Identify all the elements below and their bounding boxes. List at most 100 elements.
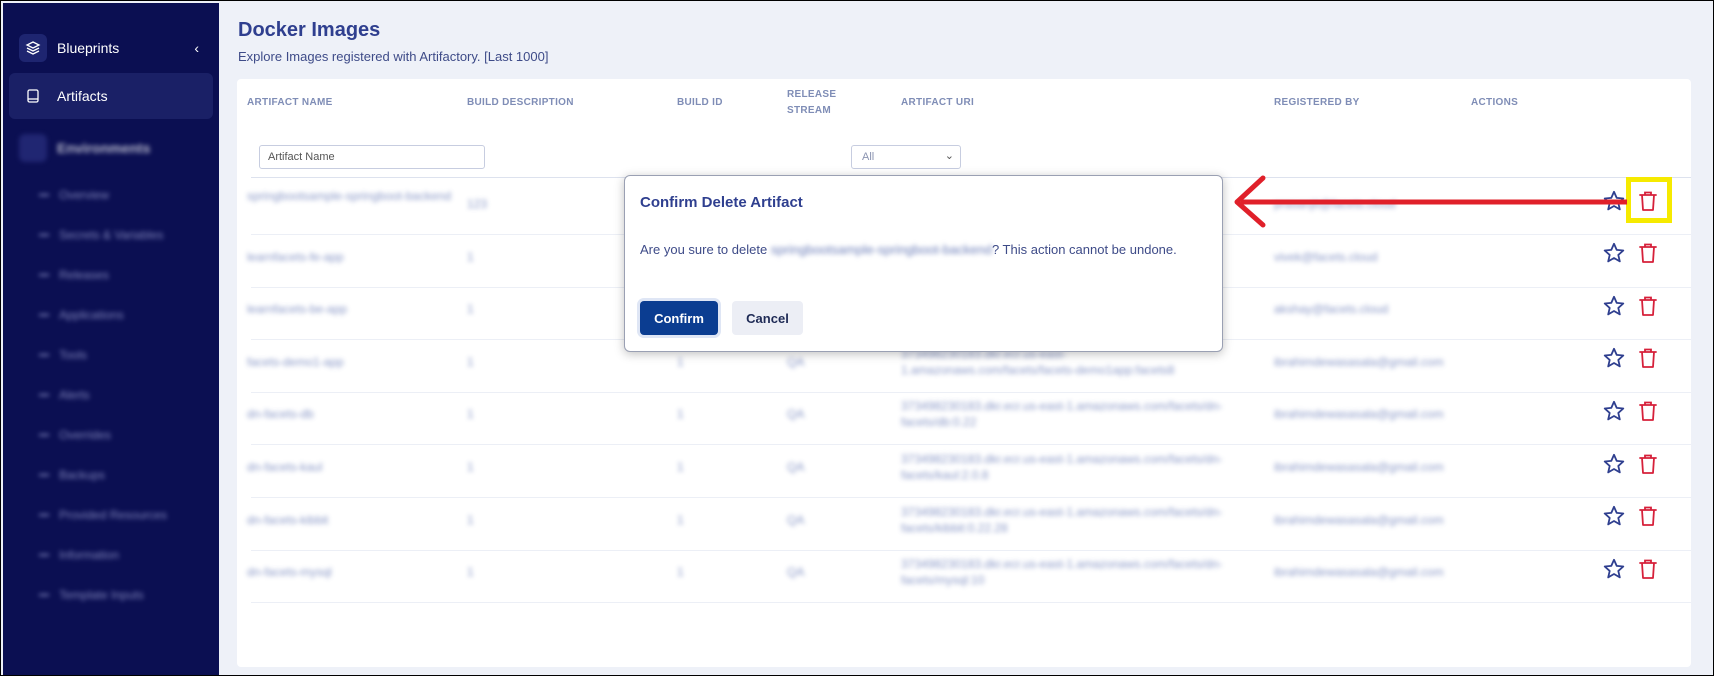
header-release-stream[interactable]: RELEASE STREAM [787,87,837,119]
trash-icon[interactable] [1636,346,1660,375]
sidebar-subitem[interactable]: Backups [3,455,219,495]
build-description-cell: 1 [467,460,474,474]
sidebar-item-label: Environments [57,140,151,156]
sidebar-subitem[interactable]: Tools [3,335,219,375]
star-icon[interactable] [1602,452,1626,481]
artifact-name-cell: springbootsample-springboot-backend [247,189,452,203]
bullet-dash-icon [39,594,49,596]
star-icon[interactable] [1602,557,1626,586]
release-stream-cell: QA [787,565,805,580]
artifact-uri-cell: 373498230183.dkr.ecr.us-east-1.amazonaws… [901,504,1223,535]
dialog-message: Are you sure to delete springbootsample-… [640,242,1177,257]
sidebar-subitem-label: Template Inputs [59,588,144,602]
star-icon[interactable] [1602,189,1626,218]
artifact-name-cell: dn-facets-kibbit [247,512,329,527]
header-build-id[interactable]: BUILD ID [677,95,723,111]
bullet-dash-icon [39,314,49,316]
sidebar-subitem[interactable]: Overview [3,175,219,215]
trash-icon[interactable] [1636,557,1660,586]
sidebar-subitem[interactable]: Template Inputs [3,575,219,615]
sidebar-subitem-label: Overview [59,188,110,202]
sidebar-subitem[interactable]: Provided Resources [3,495,219,535]
sidebar-item-label: Blueprints [57,40,120,56]
bullet-dash-icon [39,434,49,436]
table-row[interactable]: dn-facets-mysql 1 1 QA 373498230183.dkr.ecr.… [247,546,1691,604]
star-icon[interactable] [1602,294,1626,323]
release-stream-cell: QA [787,354,805,369]
build-id-cell: 1 [677,460,684,474]
sidebar-subitem-label: Overrides [59,428,112,442]
chevron-down-icon: ⌄ [944,150,954,162]
trash-icon[interactable] [1636,241,1660,270]
build-description-cell: 123 [467,197,488,211]
sidebar-subitem[interactable]: Alerts [3,375,219,415]
sidebar: Blueprints ‹ Artifacts Environments Over… [3,3,219,675]
header-build-description[interactable]: BUILD DESCRIPTION [467,95,574,111]
sidebar-subitem[interactable]: Applications [3,295,219,335]
registered-by-cell: ibrahimdewasasala@gmail.com [1274,565,1444,580]
bullet-dash-icon [39,274,49,276]
build-description-cell: 1 [467,512,474,527]
sidebar-subitem[interactable]: Overrides [3,415,219,455]
table-row[interactable]: dn-facets-db 1 1 QA 373498230183.dkr.ecr.us-… [247,388,1691,446]
dialog-artifact-name: springbootsample-springboot-backend [770,242,992,257]
bullet-dash-icon [39,194,49,196]
artifact-name-cell: dn-facets-db [247,407,314,422]
build-id-cell: 1 [677,407,684,422]
row-actions [1595,441,1667,491]
header-actions: ACTIONS [1471,97,1519,108]
bullet-dash-icon [39,354,49,356]
trash-icon[interactable] [1636,294,1660,323]
sidebar-item-artifacts[interactable]: Artifacts [9,73,213,119]
release-stream-filter-select[interactable]: All ⌄ [851,145,961,169]
trash-icon[interactable] [1636,399,1660,428]
artifact-name-cell: learnfacets-fe-app [247,249,344,264]
star-icon[interactable] [1602,346,1626,375]
artifact-name-cell: facets-demo1-app [247,354,344,369]
chevron-left-icon[interactable]: ‹ [194,40,199,56]
build-description-cell: 1 [467,407,474,422]
artifact-uri-cell: 373498230183.dkr.ecr.us-east-1.amazonaws… [901,399,1223,430]
star-icon[interactable] [1602,399,1626,428]
header-artifact-uri[interactable]: ARTIFACT URI [901,95,974,111]
artifact-uri-cell: 373498230183.dkr.ecr.us-east-1.amazonaws… [901,452,1223,482]
registered-by-cell: akshay@facets.cloud [1274,302,1389,317]
row-actions [1595,546,1667,596]
table-row[interactable]: dn-facets-kaul 1 1 QA 373498230183.dkr.ecr.u… [247,441,1691,498]
build-description-cell: 1 [467,354,474,369]
sidebar-subitem[interactable]: Releases [3,255,219,295]
confirm-button[interactable]: Confirm [640,301,718,335]
build-id-cell: 1 [677,565,684,580]
annotation-highlight-box [1626,177,1672,223]
release-stream-cell: QA [787,407,805,422]
sidebar-subitem[interactable]: Secrets & Variables [3,215,219,255]
sidebar-subitem-label: Releases [59,268,110,282]
cancel-button[interactable]: Cancel [732,301,803,335]
build-description-cell: 1 [467,302,474,317]
star-icon[interactable] [1602,504,1626,533]
page-title: Docker Images [238,19,381,41]
artifact-name-filter-input[interactable] [259,145,485,169]
release-stream-filter-value: All [862,151,875,163]
page-subtitle: Explore Images registered with Artifacto… [238,49,549,64]
header-registered-by[interactable]: REGISTERED BY [1274,95,1360,111]
header-artifact-name[interactable]: ARTIFACT NAME [247,95,333,111]
sidebar-item-environments[interactable]: Environments [9,125,213,171]
artifact-uri-cell: 373498230183.dkr.ecr.us-east-1.amazonaws… [901,557,1223,588]
trash-icon[interactable] [1636,504,1660,533]
sidebar-subitem-label: Secrets & Variables [59,228,164,242]
dialog-title: Confirm Delete Artifact [640,194,803,211]
star-icon[interactable] [1602,241,1626,270]
sidebar-subitem[interactable]: Information [3,535,219,575]
dialog-message-suffix: ? This action cannot be undone. [991,242,1177,257]
build-id-cell: 1 [677,512,684,527]
layers-icon [19,34,47,62]
trash-icon[interactable] [1636,452,1660,481]
sidebar-subitem-label: Applications [59,308,124,322]
table-row[interactable]: dn-facets-kibbit 1 1 QA 373498230183.dkr.ecr… [247,494,1691,551]
confirm-delete-dialog: Confirm Delete Artifact Are you sure to … [624,175,1223,352]
environment-submenu: Overview Secrets & Variables Releases Appli… [3,175,219,615]
release-stream-cell: QA [787,512,805,527]
sidebar-item-blueprints[interactable]: Blueprints ‹ [9,25,213,71]
artifacts-table: ARTIFACT NAME BUILD DESCRIPTION BUILD ID… [237,79,1691,667]
